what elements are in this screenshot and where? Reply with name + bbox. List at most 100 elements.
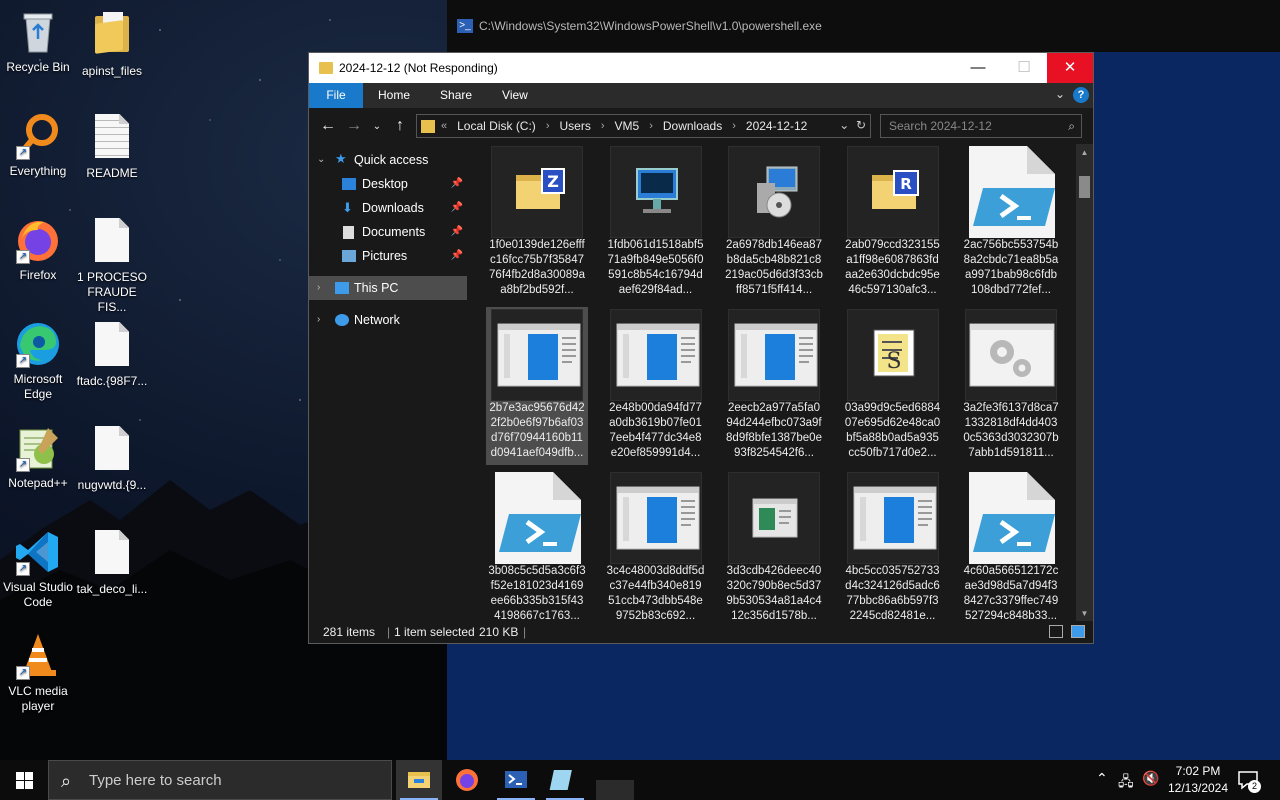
tab-home[interactable]: Home (363, 83, 425, 108)
forward-arrow-icon[interactable]: → (341, 117, 367, 135)
installer-icon (728, 146, 820, 238)
nav-label: Desktop (362, 177, 408, 191)
breadcrumb-current-folder[interactable]: 2024-12-12 (746, 119, 807, 133)
file-item[interactable]: S 03a99d9c5ed688407e695d62e48ca0bf5a88b0a… (842, 307, 944, 465)
powershell-titlebar[interactable]: >_ C:\Windows\System32\WindowsPowerShell… (447, 0, 1280, 52)
nav-downloads[interactable]: ⬇ Downloads 📌 (309, 196, 467, 220)
tab-file[interactable]: File (309, 83, 363, 108)
nav-documents[interactable]: Documents 📌 (309, 220, 467, 244)
desktop-icon-edge[interactable]: ↗ Microsoft Edge (0, 320, 76, 402)
up-arrow-icon[interactable]: ↑ (387, 117, 413, 135)
item-count: 281 items (323, 625, 376, 639)
file-item[interactable]: 3b08c5c5d5a3c6f3f52e181023d4169ee66b335b… (486, 470, 588, 622)
file-item[interactable]: 2e48b00da94fd77a0db3619b07fe017eeb4f477d… (605, 307, 707, 465)
file-item[interactable]: 4c60a566512172cae3d98d5a7d94f38427c3379f… (960, 470, 1062, 622)
svg-text:R: R (900, 175, 912, 193)
notifications-button[interactable]: 2 (1236, 768, 1261, 793)
details-view-icon[interactable] (1049, 625, 1063, 638)
expand-ribbon-chevron-icon[interactable]: ⌄ (1055, 87, 1065, 101)
nav-label: Downloads (362, 201, 424, 215)
expanded-chevron-icon[interactable]: ⌄ (317, 148, 325, 172)
desktop-icon-vscode[interactable]: ↗ Visual Studio Code (0, 528, 76, 610)
recent-locations-chevron-icon[interactable]: ⌄ (367, 121, 387, 132)
desktop-icon-firefox[interactable]: ↗ Firefox (0, 216, 76, 283)
desktop-icon-tak-deco[interactable]: tak_deco_li... (74, 528, 150, 597)
address-dropdown-refresh-icons[interactable]: ⌄ ↻ (839, 118, 866, 132)
help-icon[interactable]: ? (1073, 87, 1089, 103)
desktop-icon-ftadc[interactable]: ftadc.{98F7... (74, 320, 150, 389)
start-button[interactable] (0, 760, 48, 800)
desktop-icon-everything[interactable]: ↗ Everything (0, 112, 76, 179)
pin-icon[interactable]: 📌 (451, 196, 463, 220)
taskbar-file-explorer[interactable] (396, 760, 442, 800)
breadcrumb-local-disk[interactable]: Local Disk (C:) (457, 119, 536, 133)
volume-muted-icon[interactable]: 🔇 (1142, 770, 1159, 787)
nav-network[interactable]: › Network (309, 308, 467, 332)
breadcrumb-chevron-icon[interactable]: › (649, 120, 653, 132)
file-name: 2eecb2a977a5fa094d244efbc073a9f8d9f8bfe1… (726, 402, 822, 459)
tab-share[interactable]: Share (425, 83, 487, 108)
vertical-scrollbar[interactable]: ▲ ▼ (1076, 144, 1093, 622)
maximize-button[interactable]: ☐ (1001, 53, 1047, 83)
breadcrumb-chevron-icon[interactable]: › (546, 120, 550, 132)
desktop-icon-proceso-fraude[interactable]: 1 PROCESO FRAUDE FIS... (74, 216, 150, 315)
text-document-icon (88, 114, 136, 162)
explorer-titlebar[interactable]: 2024-12-12 (Not Responding) — ☐ ✕ (309, 53, 1093, 83)
taskbar-firefox[interactable] (444, 760, 490, 800)
pin-icon[interactable]: 📌 (451, 244, 463, 268)
file-item[interactable]: 3c4c48003d8ddf5dc37e44fb340e81951ccb473d… (605, 470, 707, 622)
desktop-icon-readme[interactable]: README (74, 112, 150, 181)
pin-icon[interactable]: 📌 (451, 220, 463, 244)
clock[interactable]: 7:02 PM 12/13/2024 (1158, 763, 1238, 797)
file-item[interactable]: 3d3cdb426deec40320c790b8ec5d379b530534a8… (723, 470, 825, 622)
breadcrumb-chevron-icon[interactable]: › (732, 120, 736, 132)
breadcrumb-overflow[interactable]: « (441, 120, 447, 132)
show-hidden-icons-chevron-icon[interactable]: ⌃ (1096, 770, 1108, 787)
scroll-up-icon[interactable]: ▲ (1076, 148, 1093, 157)
file-item[interactable]: 2ac756bc553754b8a2cbdc71ea8b5aa9971bab98… (960, 144, 1062, 302)
file-item[interactable]: R 2ab079ccd323155a1ff98e6087863fdaa2e630d… (842, 144, 944, 302)
minimize-button[interactable]: — (955, 53, 1001, 83)
status-divider: | (387, 625, 391, 639)
taskbar-script-editor[interactable] (542, 760, 588, 800)
scrollbar-thumb[interactable] (1079, 176, 1090, 198)
nav-this-pc[interactable]: › This PC (309, 276, 467, 300)
file-item[interactable]: 3a2fe3f6137d8ca71332818df4dd4030c5363d30… (960, 307, 1062, 465)
file-item[interactable]: Z 1f0e0139de126efffc16fcc75b7f3584776f4fb… (486, 144, 588, 302)
desktop-icon-apinst-files[interactable]: apinst_files (74, 8, 150, 79)
desktop-icon-nugvwtd[interactable]: nugvwtd.{9... (74, 424, 150, 493)
desktop-icon-label: Recycle Bin (6, 60, 70, 74)
nav-desktop[interactable]: Desktop 📌 (309, 172, 467, 196)
file-item[interactable]: 4bc5cc035752733d4c324126d5adc677bbc86a6b… (842, 470, 944, 622)
search-box[interactable]: Search 2024-12-12 ⌕ (880, 114, 1082, 138)
address-bar[interactable]: « Local Disk (C:) › Users › VM5 › Downlo… (416, 114, 871, 138)
close-button[interactable]: ✕ (1047, 53, 1093, 83)
taskbar-search-box[interactable]: ⌕ Type here to search (48, 760, 392, 800)
folder-zip-icon: Z (491, 146, 583, 238)
desktop-icon-vlc[interactable]: ↗ VLC media player (0, 632, 76, 714)
file-item[interactable]: 2a6978db146ea87b8da5cb48b821c8219ac05d6d… (723, 144, 825, 302)
nav-quick-access[interactable]: ⌄ ★ Quick access (309, 148, 467, 172)
taskbar-window-blank[interactable] (592, 760, 638, 800)
desktop-icon-notepad-plus-plus[interactable]: ↗ Notepad++ (0, 424, 76, 491)
pin-icon[interactable]: 📌 (451, 172, 463, 196)
nav-pictures[interactable]: Pictures 📌 (309, 244, 467, 268)
file-item[interactable]: 2eecb2a977a5fa094d244efbc073a9f8d9f8bfe1… (723, 307, 825, 465)
file-explorer-window[interactable]: 2024-12-12 (Not Responding) — ☐ ✕ File H… (308, 52, 1094, 644)
collapsed-chevron-icon[interactable]: › (317, 308, 320, 332)
breadcrumb-vm5[interactable]: VM5 (615, 119, 640, 133)
file-item[interactable]: 2b7e3ac95676d422f2b0e6f97b6af03d76f70944… (486, 307, 588, 465)
scroll-down-icon[interactable]: ▼ (1076, 609, 1093, 618)
large-icons-view-icon[interactable] (1071, 625, 1085, 638)
desktop-icon-recycle-bin[interactable]: Recycle Bin (0, 8, 76, 75)
breadcrumb-chevron-icon[interactable]: › (601, 120, 605, 132)
tab-view[interactable]: View (487, 83, 543, 108)
breadcrumb-downloads[interactable]: Downloads (663, 119, 722, 133)
powershell-script-icon (491, 472, 583, 564)
collapsed-chevron-icon[interactable]: › (317, 276, 320, 300)
breadcrumb-users[interactable]: Users (559, 119, 590, 133)
back-arrow-icon[interactable]: ← (315, 117, 341, 135)
file-item[interactable]: 1fdb061d1518abf571a9fb849e5056f0591c8b54… (605, 144, 707, 302)
network-icon[interactable]: 🖧 (1118, 771, 1134, 795)
taskbar-powershell[interactable] (493, 760, 539, 800)
